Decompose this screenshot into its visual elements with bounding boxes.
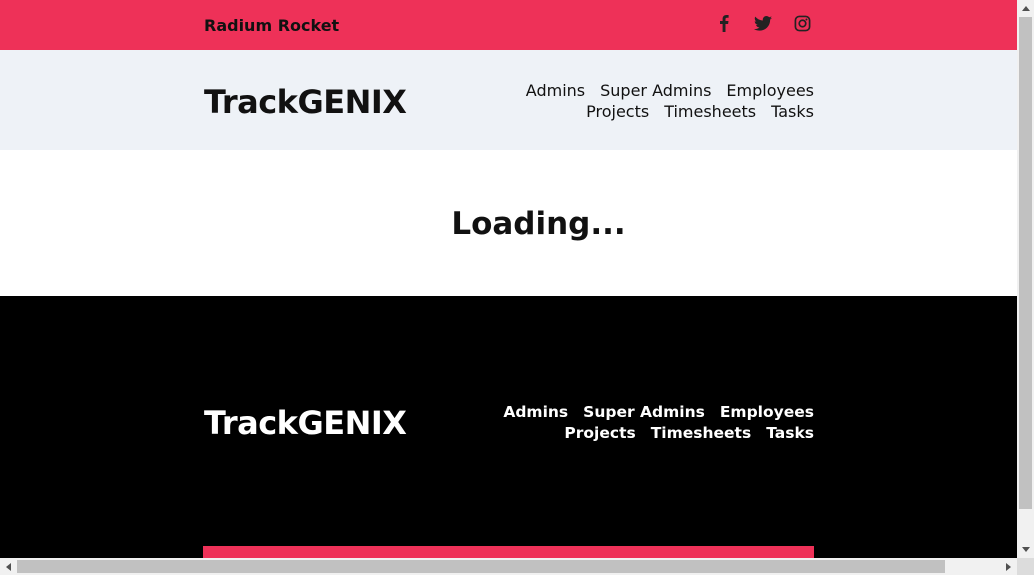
footer-accent-stripe bbox=[203, 546, 814, 558]
vertical-scrollbar[interactable] bbox=[1017, 0, 1034, 558]
nav-link-super-admins[interactable]: Super Admins bbox=[600, 80, 711, 101]
site-header: TrackGENIX Admins Super Admins Employees… bbox=[0, 50, 1017, 150]
nav-link-projects[interactable]: Projects bbox=[586, 101, 649, 122]
nav-link-employees[interactable]: Employees bbox=[726, 80, 814, 101]
company-name: Radium Rocket bbox=[204, 16, 340, 35]
scrollbar-corner bbox=[1017, 558, 1034, 575]
footer-link-tasks[interactable]: Tasks bbox=[766, 423, 814, 444]
nav-link-tasks[interactable]: Tasks bbox=[771, 101, 814, 122]
footer-link-super-admins[interactable]: Super Admins bbox=[583, 402, 705, 423]
social-links bbox=[714, 13, 812, 33]
footer-logo[interactable]: TrackGENIX bbox=[204, 404, 407, 442]
scroll-down-arrow-icon[interactable] bbox=[1017, 541, 1034, 558]
nav-link-admins[interactable]: Admins bbox=[526, 80, 585, 101]
footer-link-projects[interactable]: Projects bbox=[564, 423, 635, 444]
page: Radium Rocket TrackGENIX Admins Super Ad… bbox=[0, 0, 1017, 558]
instagram-icon[interactable] bbox=[792, 13, 812, 33]
facebook-icon[interactable] bbox=[714, 13, 734, 33]
footer-link-timesheets[interactable]: Timesheets bbox=[651, 423, 751, 444]
twitter-icon[interactable] bbox=[753, 13, 773, 33]
loading-message: Loading... bbox=[451, 206, 626, 242]
site-logo[interactable]: TrackGENIX bbox=[204, 83, 407, 121]
site-footer: TrackGENIX Admins Super Admins Employees… bbox=[0, 296, 1017, 558]
footer-link-admins[interactable]: Admins bbox=[503, 402, 568, 423]
top-bar: Radium Rocket bbox=[0, 0, 1017, 50]
footer-nav: Admins Super Admins Employees Projects T… bbox=[454, 402, 814, 444]
header-nav: Admins Super Admins Employees Projects T… bbox=[454, 80, 814, 122]
scroll-left-arrow-icon[interactable] bbox=[0, 558, 17, 575]
scroll-up-arrow-icon[interactable] bbox=[1017, 0, 1034, 17]
footer-link-employees[interactable]: Employees bbox=[720, 402, 814, 423]
scroll-right-arrow-icon[interactable] bbox=[1000, 558, 1017, 575]
horizontal-scrollbar-thumb[interactable] bbox=[17, 560, 945, 573]
nav-link-timesheets[interactable]: Timesheets bbox=[664, 101, 756, 122]
main-content: Loading... bbox=[0, 150, 1017, 296]
horizontal-scrollbar[interactable] bbox=[0, 558, 1017, 575]
vertical-scrollbar-thumb[interactable] bbox=[1019, 17, 1032, 509]
